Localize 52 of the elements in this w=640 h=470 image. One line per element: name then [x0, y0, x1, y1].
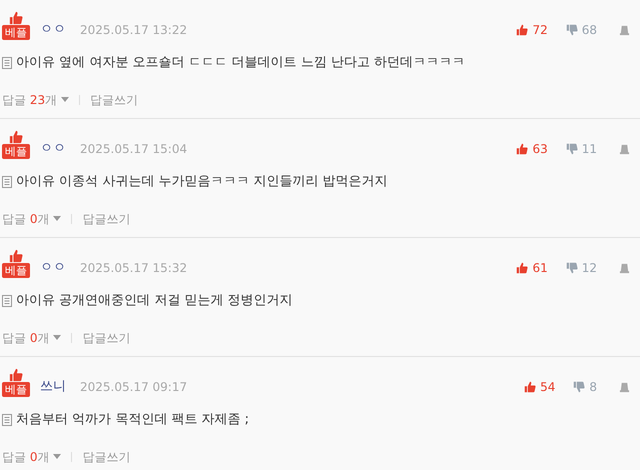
comment-text: 아이유 옆에 여자분 오프숄더 ㄷㄷㄷ 더블데이트 느낌 난다고 하던데ㅋㅋㅋㅋ: [16, 54, 466, 72]
document-icon: [2, 56, 12, 69]
caret-icon: [53, 216, 62, 221]
author-name: 쓰니: [40, 378, 66, 396]
dislike-button[interactable]: 12: [566, 259, 597, 277]
document-icon: [2, 414, 12, 426]
thumbs-down-icon: [573, 381, 586, 393]
write-reply-link[interactable]: 답글쓰기: [82, 328, 130, 346]
thumbs-down-icon: [566, 143, 578, 155]
dislike-button[interactable]: 68: [566, 21, 597, 39]
author-name: ㅇㅇ: [40, 258, 66, 276]
caret-icon: [61, 97, 70, 102]
like-button[interactable]: 72: [516, 21, 548, 39]
write-reply-link[interactable]: 답글쓰기: [82, 448, 130, 466]
comment-date: 2025.05.17 15:32: [80, 260, 188, 277]
dislike-button[interactable]: 8: [573, 378, 597, 396]
reply-count-toggle[interactable]: 답글 0개: [2, 328, 62, 346]
thumbs-up-icon: [9, 368, 23, 382]
document-icon: [2, 294, 12, 307]
report-icon[interactable]: [619, 24, 630, 36]
thumbs-up-icon: [9, 130, 23, 144]
comment-date: 2025.05.17 15:04: [80, 141, 188, 158]
like-button[interactable]: 61: [516, 259, 548, 277]
author-name: ㅇㅇ: [40, 20, 66, 38]
author-name: ㅇㅇ: [40, 140, 66, 158]
comment-date: 2025.05.17 13:22: [80, 22, 188, 39]
like-button[interactable]: 63: [516, 140, 548, 158]
write-reply-link[interactable]: 답글쓰기: [82, 210, 130, 228]
reply-count-toggle[interactable]: 답글 23개: [2, 90, 70, 108]
thumbs-down-icon: [566, 24, 578, 36]
like-button[interactable]: 54: [524, 378, 556, 396]
report-icon[interactable]: [619, 382, 630, 392]
reply-count-toggle[interactable]: 답글 0개: [2, 448, 62, 466]
caret-icon: [53, 454, 62, 459]
thumbs-up-icon: [516, 24, 528, 36]
caret-icon: [53, 335, 62, 340]
comment-date: 2025.05.17 09:17: [80, 379, 188, 396]
thumbs-down-icon: [566, 262, 578, 274]
reply-count-toggle[interactable]: 답글 0개: [2, 210, 62, 228]
report-icon[interactable]: [619, 262, 630, 274]
write-reply-link[interactable]: 답글쓰기: [90, 90, 138, 108]
comment-text: 아이유 공개연애중인데 저걸 믿는게 정병인거지: [16, 292, 293, 310]
report-icon[interactable]: [619, 144, 630, 154]
thumbs-up-icon: [516, 143, 528, 155]
thumbs-up-icon: [9, 249, 23, 263]
thumbs-up-icon: [9, 11, 23, 25]
thumbs-up-icon: [524, 381, 536, 393]
thumbs-up-icon: [516, 262, 528, 274]
document-icon: [2, 176, 12, 188]
comment-text: 처음부터 억까가 목적인데 팩트 자제좀 ;: [16, 411, 250, 429]
dislike-button[interactable]: 11: [566, 140, 597, 158]
comment-text: 아이유 이종석 사귀는데 누가믿음ㅋㅋㅋ 지인들끼리 밥먹은거지: [16, 173, 388, 191]
